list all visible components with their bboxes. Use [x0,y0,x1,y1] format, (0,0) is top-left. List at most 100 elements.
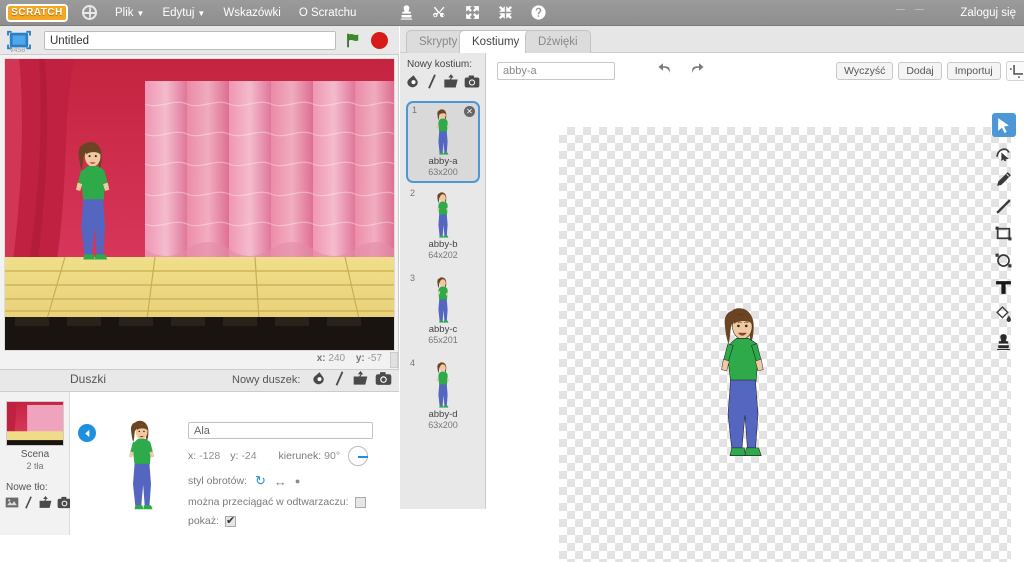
redo-icon[interactable] [687,61,705,79]
minimize-icon[interactable] [896,9,905,10]
costume-name: abby-a [428,156,458,167]
delete-costume-icon[interactable]: ✕ [464,106,475,117]
tab-bar: Skrypty Kostiumy Dźwięki [400,26,1024,54]
paint-backdrop-icon[interactable] [5,496,19,509]
tab-sounds[interactable]: Dźwięki [525,30,591,53]
window-controls [896,9,924,10]
surprise-sprite-icon[interactable] [333,371,346,386]
version-label: v458 [10,47,26,54]
stage-selector-panel[interactable]: Scena 2 tła Nowe tło: [0,392,72,535]
line-tool[interactable] [992,194,1016,218]
grow-icon[interactable] [464,4,481,21]
sprite-x-value[interactable]: -128 [199,450,220,462]
menu-item-about[interactable]: O Scratchu [299,7,357,19]
stamp-icon[interactable] [398,4,415,21]
paint-canvas[interactable] [559,127,1011,562]
ellipse-tool[interactable] [992,248,1016,272]
new-costume-icons [406,74,480,89]
dont-rotate-icon[interactable]: ● [295,476,300,486]
paint-sprite-icon[interactable] [312,371,327,386]
globe-icon[interactable] [82,5,97,20]
new-backdrop-label: Nowe tło: [6,482,48,493]
scratch-logo[interactable]: SCRATCH [6,3,68,22]
surprise-backdrop-icon[interactable] [23,496,34,509]
chevron-down-icon: ▼ [197,8,206,18]
sprite-info-pane: x: -128 y: -24 kierunek: 90° styl obrotó… [70,392,399,535]
clear-button[interactable]: Wyczyść [836,62,894,80]
stage-thumbnail-image [7,402,63,445]
menu-item-tips[interactable]: Wskazówki [223,7,281,19]
pencil-tool[interactable] [992,167,1016,191]
menu-item-file-label: Plik [115,6,134,19]
direction-dial[interactable] [348,446,369,466]
project-title-input[interactable] [44,31,336,50]
upload-costume-icon[interactable] [443,74,459,89]
stage-area[interactable] [4,58,395,351]
surprise-costume-icon[interactable] [426,74,438,89]
rectangle-tool[interactable] [992,221,1016,245]
stage-panel-name: Scena [20,449,50,460]
project-bar: v458 [0,26,399,55]
top-menu-bar: SCRATCH Plik ▼ Edytuj ▼ Wskazówki O Scratc… [0,0,1024,26]
costume-item-1[interactable]: 1 ✕ abby-a 63x200 [406,101,480,183]
upload-backdrop-icon[interactable] [38,496,53,509]
sprite-position-row: x: -128 y: -24 kierunek: 90° [188,446,393,466]
tab-costumes[interactable]: Kostiumy [459,30,533,54]
green-flag-icon[interactable] [345,32,363,49]
menu-item-edit[interactable]: Edytuj ▼ [162,7,205,19]
stage-thumbnail[interactable] [6,401,64,446]
costume-name: abby-c [428,324,458,335]
maximize-icon[interactable] [915,9,924,10]
coord-y-value: -57 [367,353,382,364]
draggable-checkbox[interactable] [354,496,366,508]
left-right-icon[interactable]: ↔ [274,474,287,489]
crop-icon[interactable] [1006,61,1024,81]
login-link[interactable]: Zaloguj się [960,7,1016,19]
stamp-tool[interactable] [992,329,1016,353]
reshape-tool[interactable] [992,140,1016,164]
draggable-label: można przeciągać w odtwarzaczu: [188,496,349,508]
import-button[interactable]: Importuj [946,62,1001,80]
add-button[interactable]: Dodaj [898,62,942,80]
camera-costume-icon[interactable] [464,74,480,89]
back-arrow-icon[interactable] [78,424,96,442]
sprites-header: Duszki [70,372,107,386]
menu-item-edit-label: Edytuj [162,6,195,19]
help-icon[interactable] [530,4,547,21]
costume-size: 63x200 [428,167,458,177]
stage-backdrop-count: 2 tła [26,461,44,471]
collapse-stage-arrow[interactable] [390,352,398,368]
draggable-row: można przeciągać w odtwarzaczu: [188,496,393,508]
camera-sprite-icon[interactable] [375,371,392,386]
costume-list-panel: Nowy kostium: 1 ✕ abby-a 63x200 2 abby-b… [400,53,486,509]
costume-item-3[interactable]: 3 abby-c 65x201 [406,271,480,353]
paint-costume-icon[interactable] [406,74,421,89]
select-tool[interactable] [991,113,1016,137]
menu-item-file[interactable]: Plik ▼ [115,7,144,19]
undo-icon[interactable] [657,61,675,79]
coord-x-label: x: [316,353,326,364]
costume-item-2[interactable]: 2 abby-b 64x202 [406,186,480,268]
all-around-icon[interactable]: ↻ [255,473,266,489]
costume-number: 3 [410,273,416,283]
left-column: v458 Untitled x: 240 y: -57 Duszki Nowy … [0,26,399,535]
scissors-icon[interactable] [431,4,448,21]
costume-number: 2 [410,188,416,198]
upload-sprite-icon[interactable] [352,371,369,386]
costume-name: abby-d [428,409,458,420]
sprite-name-input[interactable] [188,422,373,439]
sprite-direction-value[interactable]: 90° [324,450,340,462]
sprite-y-value[interactable]: -24 [241,450,256,462]
stop-button-icon[interactable] [371,32,388,49]
costume-number: 1 [412,105,418,115]
text-tool[interactable] [992,275,1016,299]
costume-name-input[interactable] [497,62,615,80]
sprite-thumbnail[interactable] [118,420,166,510]
costume-canvas-image[interactable] [709,307,777,457]
coord-y-label: y: [355,353,365,364]
fill-tool[interactable] [992,302,1016,326]
costume-item-4[interactable]: 4 abby-d 63x200 [406,356,480,438]
costume-size: 63x200 [428,420,458,430]
show-checkbox[interactable] [224,514,236,527]
shrink-icon[interactable] [497,4,514,21]
